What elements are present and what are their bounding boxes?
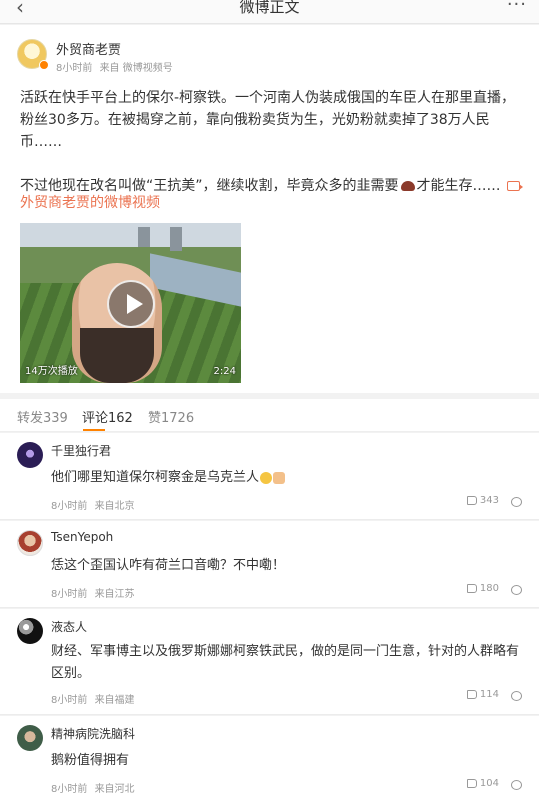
post-source: 来自 微博视频号 <box>99 63 173 74</box>
video-link[interactable]: 外贸商老贾的微博视频 <box>20 192 160 212</box>
comment-source: 来自河北 <box>94 784 135 795</box>
tab-likes[interactable]: 赞1726 <box>148 407 194 426</box>
smirk-emoji-icon <box>260 471 273 484</box>
comment-meta: 8小时前 来自江苏 <box>51 585 135 600</box>
video-tower <box>138 227 150 247</box>
commenter-name[interactable]: TsenYepoh <box>51 530 113 544</box>
post-body: 活跃在快手平台上的保尔-柯察铁。一个河南人伪装成俄国的车臣人在那里直播，粉丝30… <box>20 87 525 197</box>
comment-meta: 8小时前 来自河北 <box>51 780 135 795</box>
comment-time: 8小时前 <box>51 501 88 512</box>
like-count: 114 <box>479 689 499 700</box>
like-button[interactable]: 114 <box>466 689 499 700</box>
commenter-avatar[interactable] <box>17 618 43 644</box>
thumbs-up-icon <box>466 689 477 699</box>
commenter-name[interactable]: 液态人 <box>51 618 87 635</box>
comment-time: 8小时前 <box>51 784 88 795</box>
reply-icon[interactable] <box>511 497 522 507</box>
comment-text: 财经、军事博主以及俄罗斯娜娜柯察铁武民，做的是同一门生意，针对的人群略有区别。 <box>51 644 520 681</box>
author-name[interactable]: 外贸商老贾 <box>56 39 121 58</box>
tab-reposts[interactable]: 转发339 <box>17 407 68 426</box>
comment-text-content: 他们哪里知道保尔柯察金是乌克兰人 <box>51 470 260 485</box>
comment-text: 他们哪里知道保尔柯察金是乌克兰人 <box>51 467 526 489</box>
video-link-icon[interactable] <box>506 181 523 191</box>
post-card: 外贸商老贾 8小时前 来自 微博视频号 活跃在快手平台上的保尔-柯察铁。一个河南… <box>0 25 539 393</box>
thumbs-up-icon <box>466 778 477 788</box>
commenter-avatar[interactable] <box>17 530 43 556</box>
like-count: 180 <box>479 583 499 594</box>
post-paragraph-2-suffix: 才能生存…… <box>416 178 501 194</box>
comment-source: 来自江苏 <box>94 589 135 600</box>
like-button[interactable]: 180 <box>466 583 499 594</box>
reply-icon[interactable] <box>511 691 522 701</box>
thumbs-up-icon <box>466 583 477 593</box>
video-tower <box>170 227 182 251</box>
reply-icon[interactable] <box>511 585 522 595</box>
commenter-name[interactable]: 千里独行君 <box>51 442 111 459</box>
more-options-button[interactable]: ··· <box>507 0 527 15</box>
video-thumbnail[interactable]: 14万次播放 2:24 <box>20 223 241 383</box>
comment-time: 8小时前 <box>51 589 88 600</box>
video-sky <box>20 223 241 247</box>
thumbs-up-emoji-icon <box>273 471 286 484</box>
comment-source: 来自北京 <box>94 501 135 512</box>
comment-text: 鹅粉值得拥有 <box>51 753 130 768</box>
top-nav-bar: ‹ 微博正文 ··· <box>0 0 539 24</box>
post-paragraph-1: 活跃在快手平台上的保尔-柯察铁。一个河南人伪装成俄国的车臣人在那里直播，粉丝30… <box>20 90 516 150</box>
thumbs-up-icon <box>466 495 477 505</box>
comment-meta: 8小时前 来自福建 <box>51 691 135 706</box>
video-duration: 2:24 <box>213 366 236 377</box>
play-icon[interactable] <box>107 280 155 328</box>
like-count: 343 <box>479 495 499 506</box>
comment-source: 来自福建 <box>94 695 135 706</box>
comment-time: 8小时前 <box>51 695 88 706</box>
comment-text: 恁这个歪国认咋有荷兰口音嘞？不中嘞！ <box>51 558 286 573</box>
like-count: 104 <box>479 778 499 789</box>
commenter-avatar[interactable] <box>17 442 43 468</box>
video-views: 14万次播放 <box>25 366 78 377</box>
interaction-tabs: 转发339 评论162 赞1726 <box>0 399 539 432</box>
post-meta: 8小时前 来自 微博视频号 <box>56 59 173 74</box>
comment-item: TsenYepoh 恁这个歪国认咋有荷兰口音嘞？不中嘞！ 8小时前 来自江苏 1… <box>0 521 539 608</box>
tab-comments[interactable]: 评论162 <box>82 407 133 426</box>
reply-icon[interactable] <box>511 780 522 790</box>
comment-item: 千里独行君 他们哪里知道保尔柯察金是乌克兰人 8小时前 来自北京 343 <box>0 433 539 520</box>
post-time: 8小时前 <box>56 63 93 74</box>
page-title: 微博正文 <box>239 0 300 16</box>
video-person-beard <box>80 328 154 383</box>
comment-meta: 8小时前 来自北京 <box>51 497 135 512</box>
commenter-avatar[interactable] <box>17 725 43 751</box>
comment-item: 精神病院洗脑科 鹅粉值得拥有 8小时前 来自河北 104 <box>0 716 539 800</box>
comment-item: 液态人 财经、军事博主以及俄罗斯娜娜柯察铁武民，做的是同一门生意，针对的人群略有… <box>0 609 539 715</box>
poop-icon <box>400 181 415 191</box>
verified-badge-icon <box>39 60 49 70</box>
commenter-name[interactable]: 精神病院洗脑科 <box>51 725 135 742</box>
like-button[interactable]: 343 <box>466 495 499 506</box>
active-tab-indicator <box>83 429 105 431</box>
like-button[interactable]: 104 <box>466 778 499 789</box>
